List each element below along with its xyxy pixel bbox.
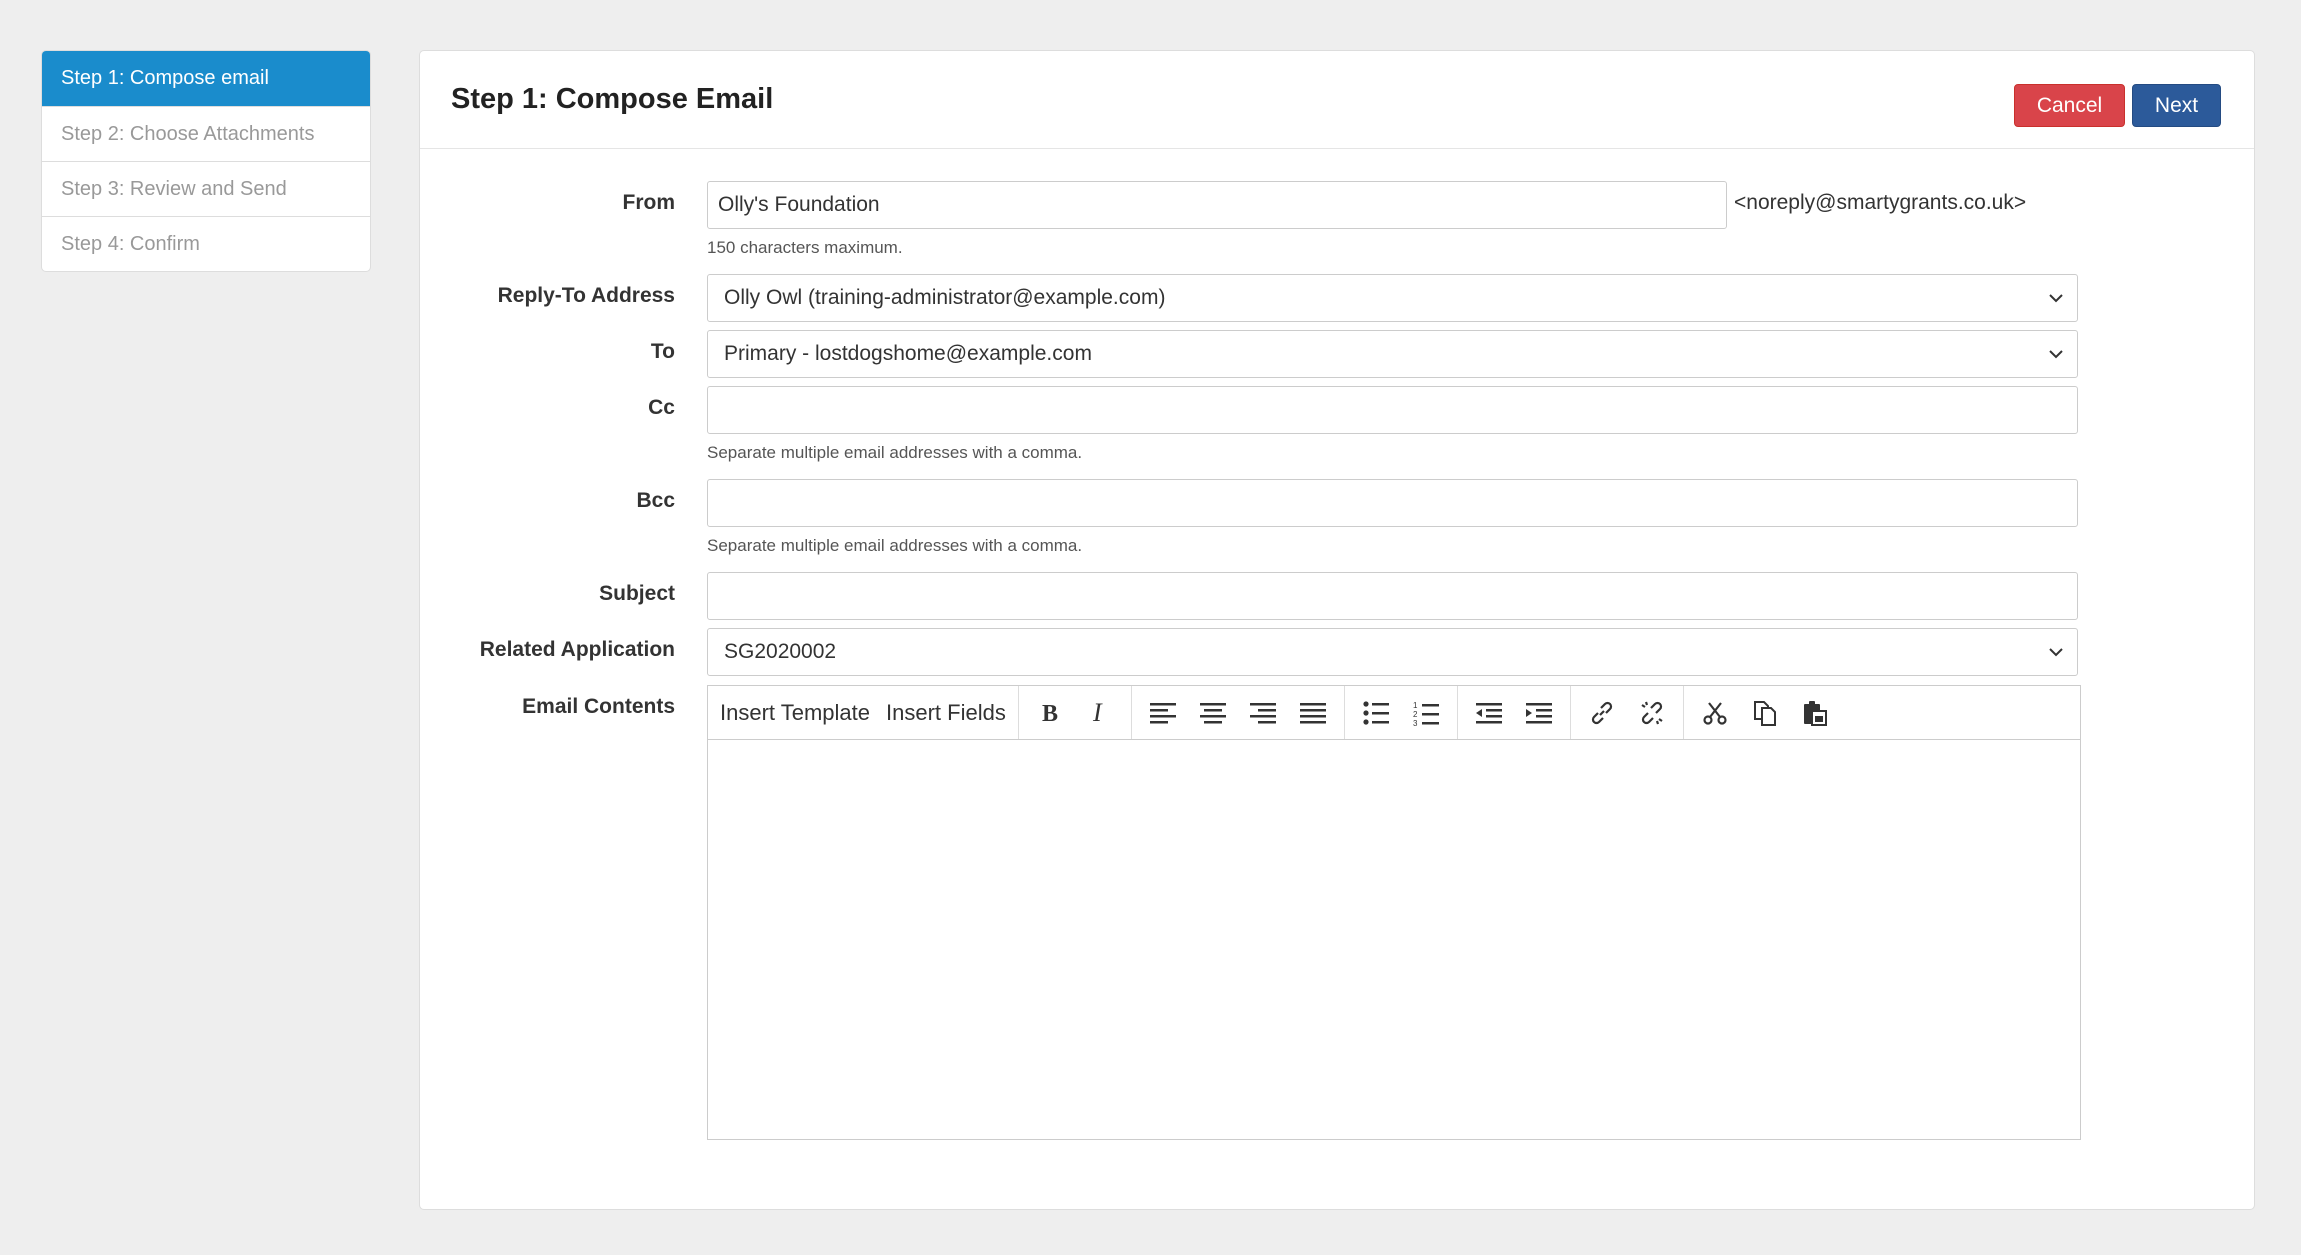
email-body-textarea[interactable] bbox=[708, 740, 2080, 1140]
page-title: Step 1: Compose Email bbox=[451, 83, 774, 115]
svg-text:I: I bbox=[1092, 701, 1103, 725]
align-center-icon[interactable] bbox=[1188, 688, 1238, 738]
chevron-down-icon bbox=[2049, 294, 2063, 303]
from-help-text: 150 characters maximum. bbox=[707, 238, 903, 257]
editor-toolbar: Insert Template Insert Fields B I 1 2 3 bbox=[708, 686, 2080, 740]
related-application-select[interactable]: SG2020002 bbox=[707, 628, 2078, 676]
chevron-down-icon bbox=[2049, 648, 2063, 657]
reply-to-label: Reply-To Address bbox=[497, 284, 675, 307]
step-compose-email[interactable]: Step 1: Compose email bbox=[42, 51, 370, 106]
indent-icon[interactable] bbox=[1514, 688, 1564, 738]
to-label: To bbox=[650, 340, 675, 363]
unlink-icon[interactable] bbox=[1627, 688, 1677, 738]
svg-text:2: 2 bbox=[1413, 710, 1418, 719]
from-email-suffix: <noreply@smartygrants.co.uk> bbox=[1734, 191, 2027, 214]
to-select[interactable]: Primary - lostdogshome@example.com bbox=[707, 330, 2078, 378]
panel-header: Step 1: Compose Email Cancel Next bbox=[420, 51, 2254, 149]
list-group: 123 bbox=[1345, 686, 1458, 739]
indent-group bbox=[1458, 686, 1571, 739]
insert-fields-button[interactable]: Insert Fields bbox=[878, 700, 1014, 726]
numbered-list-icon[interactable]: 123 bbox=[1401, 688, 1451, 738]
subject-label: Subject bbox=[599, 582, 675, 605]
from-label: From bbox=[622, 191, 676, 214]
cc-help-text: Separate multiple email addresses with a… bbox=[707, 443, 1083, 462]
clipboard-group bbox=[1684, 686, 1846, 739]
bold-icon[interactable]: B bbox=[1025, 688, 1075, 738]
link-icon[interactable] bbox=[1577, 688, 1627, 738]
cut-icon[interactable] bbox=[1690, 688, 1740, 738]
insert-template-button[interactable]: Insert Template bbox=[712, 700, 878, 726]
related-application-value: SG2020002 bbox=[724, 640, 837, 663]
cc-label: Cc bbox=[648, 396, 675, 419]
align-left-icon[interactable] bbox=[1138, 688, 1188, 738]
step-confirm[interactable]: Step 4: Confirm bbox=[42, 216, 370, 271]
cancel-button[interactable]: Cancel bbox=[2014, 84, 2125, 127]
chevron-down-icon bbox=[2049, 350, 2063, 359]
email-contents-editor: Insert Template Insert Fields B I 1 2 3 bbox=[707, 685, 2081, 1140]
next-button[interactable]: Next bbox=[2132, 84, 2221, 127]
subject-field[interactable] bbox=[707, 572, 2078, 620]
paste-icon[interactable] bbox=[1790, 688, 1840, 738]
align-group bbox=[1132, 686, 1345, 739]
bcc-help-text: Separate multiple email addresses with a… bbox=[707, 536, 1083, 555]
svg-text:3: 3 bbox=[1413, 719, 1418, 726]
bcc-label: Bcc bbox=[636, 489, 675, 512]
bullet-list-icon[interactable] bbox=[1351, 688, 1401, 738]
steps-nav: Step 1: Compose email Step 2: Choose Att… bbox=[41, 50, 371, 272]
format-group: B I bbox=[1019, 686, 1132, 739]
step-choose-attachments[interactable]: Step 2: Choose Attachments bbox=[42, 106, 370, 161]
insert-group: Insert Template Insert Fields bbox=[708, 686, 1019, 739]
svg-text:B: B bbox=[1042, 701, 1058, 725]
copy-icon[interactable] bbox=[1740, 688, 1790, 738]
to-value: Primary - lostdogshome@example.com bbox=[724, 342, 1092, 365]
outdent-icon[interactable] bbox=[1464, 688, 1514, 738]
reply-to-select[interactable]: Olly Owl (training-administrator@example… bbox=[707, 274, 2078, 322]
align-justify-icon[interactable] bbox=[1288, 688, 1338, 738]
email-contents-label: Email Contents bbox=[522, 695, 675, 718]
svg-text:1: 1 bbox=[1413, 701, 1418, 710]
bcc-field[interactable] bbox=[707, 479, 2078, 527]
align-right-icon[interactable] bbox=[1238, 688, 1288, 738]
from-field[interactable]: Olly's Foundation bbox=[707, 181, 1727, 229]
italic-icon[interactable]: I bbox=[1075, 688, 1125, 738]
related-application-label: Related Application bbox=[479, 638, 675, 661]
reply-to-value: Olly Owl (training-administrator@example… bbox=[724, 286, 1166, 309]
step-review-send[interactable]: Step 3: Review and Send bbox=[42, 161, 370, 216]
link-group bbox=[1571, 686, 1684, 739]
cc-field[interactable] bbox=[707, 386, 2078, 434]
